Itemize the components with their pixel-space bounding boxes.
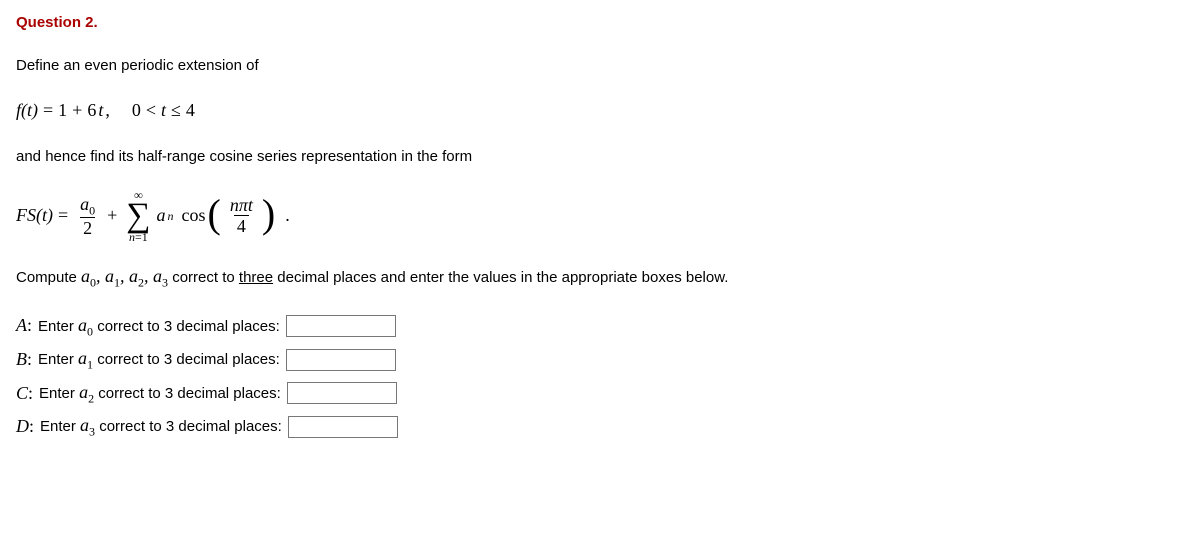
answer-row-c: C: Enter a2 correct to 3 decimal places: <box>16 379 1184 408</box>
compute-mid: correct to <box>172 269 239 286</box>
input-a2[interactable] <box>287 382 397 404</box>
a0-over-2: a0 2 <box>77 195 98 238</box>
label-a: A: <box>16 312 32 339</box>
compute-instruction: Compute a0, a1, a2, a3 correct to three … <box>16 263 1184 292</box>
a2i: a <box>129 266 138 286</box>
answer-section: A: Enter a0 correct to 3 decimal places:… <box>16 312 1184 441</box>
a0is: 0 <box>90 276 96 290</box>
intro-text-2: and hence find its half-range cosine ser… <box>16 146 1184 169</box>
var-t: t <box>98 97 103 124</box>
input-a0[interactable] <box>286 315 396 337</box>
a0-a: a <box>80 194 89 214</box>
npi-num: nπt <box>227 196 256 215</box>
a0-den: 2 <box>80 217 95 237</box>
const-1: 1 <box>58 97 67 124</box>
label-c: C: <box>16 380 33 407</box>
period: . <box>285 202 290 229</box>
a0-sub: 0 <box>89 203 95 217</box>
comma: , <box>105 97 110 124</box>
fourier-series-formula: FS(t) = a0 2 + ∞ ∑ n=1 an cos ( nπt 4 ) … <box>16 189 1184 244</box>
answer-text-d: Enter a3 correct to 3 decimal places: <box>40 412 282 441</box>
answer-row-d: D: Enter a3 correct to 3 decimal places: <box>16 412 1184 441</box>
a3is: 3 <box>162 276 168 290</box>
summation: ∞ ∑ n=1 <box>126 189 150 244</box>
an-sub: n <box>168 207 174 225</box>
coef-6: 6 <box>87 97 96 124</box>
function-definition: f(t) = 1 + 6 t , 0 < t ≤ 4 <box>16 97 1184 124</box>
answer-text-c: Enter a2 correct to 3 decimal places: <box>39 379 281 408</box>
answer-text-b: Enter a1 correct to 3 decimal places: <box>38 345 280 374</box>
four-cond: 4 <box>186 97 195 124</box>
t-cond: t <box>161 97 166 124</box>
cos: cos <box>182 202 206 229</box>
a3i: a <box>153 266 162 286</box>
four-den: 4 <box>234 215 249 235</box>
compute-prefix: Compute <box>16 269 81 286</box>
a1i: a <box>105 266 114 286</box>
three-underlined: three <box>239 269 273 286</box>
answer-row-a: A: Enter a0 correct to 3 decimal places: <box>16 312 1184 341</box>
equals: = <box>40 97 56 124</box>
a1is: 1 <box>114 276 120 290</box>
label-d: D: <box>16 413 34 440</box>
question-title: Question 2. <box>16 12 1184 35</box>
rparen-icon: ) <box>262 198 275 230</box>
input-a3[interactable] <box>288 416 398 438</box>
plus2: + <box>104 202 120 229</box>
an-a: a <box>157 202 166 229</box>
lparen-icon: ( <box>208 198 221 230</box>
plus: + <box>69 97 85 124</box>
lt: < <box>143 97 159 124</box>
answer-row-b: B: Enter a1 correct to 3 decimal places: <box>16 345 1184 374</box>
a0i: a <box>81 266 90 286</box>
sum-eq1: =1 <box>135 230 148 244</box>
npi-t-over-4: nπt 4 <box>227 196 256 235</box>
sigma-icon: ∑ <box>126 201 150 232</box>
input-a1[interactable] <box>286 349 396 371</box>
fs-lhs: FS(t) <box>16 202 53 229</box>
le: ≤ <box>168 97 184 124</box>
answer-text-a: Enter a0 correct to 3 decimal places: <box>38 312 280 341</box>
label-b: B: <box>16 346 32 373</box>
zero: 0 <box>132 97 141 124</box>
f-of-t: f(t) <box>16 97 38 124</box>
intro-text-1: Define an even periodic extension of <box>16 55 1184 78</box>
eq2: = <box>55 202 71 229</box>
a2is: 2 <box>138 276 144 290</box>
compute-suffix: decimal places and enter the values in t… <box>273 269 728 286</box>
